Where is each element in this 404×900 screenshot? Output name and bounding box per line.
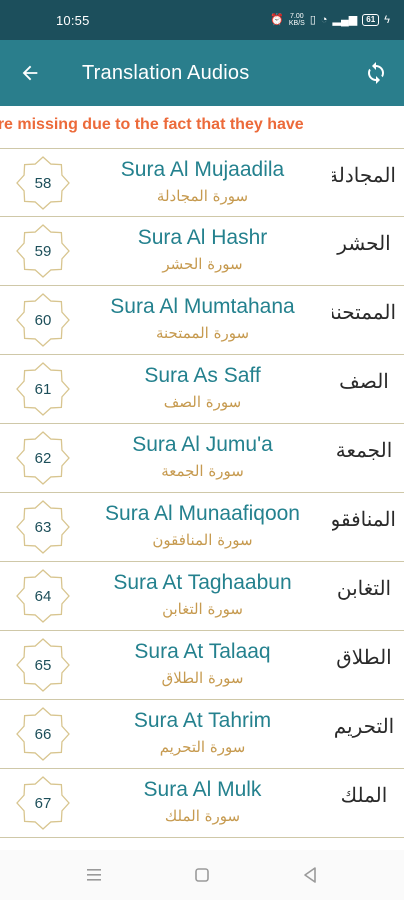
status-icons: ⏰ 7.00 KB/S ▯ ◔ ▂▄▆ 61 ϟ [270, 13, 390, 27]
sura-calligraphy: ﺍﻟﺘﺤﺮﻳﻢ [333, 714, 395, 738]
notice-text: Suras are missing due to the fact that t… [0, 116, 304, 133]
sura-arabic-subtitle: ﺳﻮﺭﺓ ﺍﻟﺼﻒ [163, 393, 242, 411]
alarm-icon: ⏰ [270, 13, 284, 26]
sura-number: 65 [34, 656, 52, 674]
sura-number-badge: 59 [15, 223, 71, 279]
arrow-left-icon [22, 65, 38, 81]
sura-arabic-subtitle: ﺳﻮﺭﺓ ﺍﻟﺠﻤﻌﺔ [161, 462, 244, 480]
network-speed: 7.00 KB/S [288, 13, 305, 27]
sura-number-badge: 62 [15, 430, 71, 486]
sura-arabic-subtitle: ﺳﻮﺭﺓ ﺍﻟﻤﻤﺘﺤﻨﺔ [155, 324, 250, 342]
sura-list-item[interactable]: 63 Sura Al Munaafiqoon ﺳﻮﺭﺓ ﺍﻟﻤﻨﺎﻓﻘﻮﻥ ﺍﻟ… [0, 493, 404, 562]
charging-icon: ϟ [384, 13, 390, 26]
sura-title: Sura At Talaaq [134, 640, 271, 663]
back-button[interactable] [0, 40, 60, 106]
sura-number-badge: 67 [15, 775, 71, 831]
sura-number-badge: 64 [15, 568, 71, 624]
sura-arabic-subtitle: ﺳﻮﺭﺓ ﺍﻟﻤﺠﺎﺩﻟﺔ [156, 187, 249, 205]
status-time: 10:55 [56, 12, 90, 28]
sura-title: Sura Al Jumu'a [132, 433, 273, 456]
sura-list-item[interactable]: 59 Sura Al Hashr ﺳﻮﺭﺓ ﺍﻟﺤﺸﺮ ﺍﻟﺤﺸﺮ [0, 217, 404, 286]
sura-number: 58 [34, 174, 52, 192]
menu-icon [87, 869, 101, 881]
sura-calligraphy: ﺍﻟﻤﺠﺎﺩﻟﺔ [332, 163, 396, 187]
sura-title: Sura Al Munaafiqoon [105, 502, 300, 525]
sura-number: 60 [34, 311, 52, 329]
battery-level: 61 [366, 15, 376, 24]
sura-calligraphy: ﺍﻟﺼﻒ [339, 369, 389, 393]
wifi-icon: ◔ [320, 13, 328, 26]
sura-number: 64 [34, 587, 52, 605]
sura-calligraphy: ﺍﻟﺠﻤﻌﺔ [335, 438, 393, 462]
status-bar: 10:55 ⏰ 7.00 KB/S ▯ ◔ ▂▄▆ 61 ϟ [0, 0, 404, 40]
sura-title: Sura Al Hashr [137, 226, 268, 249]
sura-list-item[interactable]: 67 Sura Al Mulk ﺳﻮﺭﺓ ﺍﻟﻤﻠﻚ ﺍﻟﻤﻠﻚ [0, 769, 404, 838]
back-triangle-icon [304, 867, 316, 883]
refresh-icon [368, 62, 384, 84]
sura-title: Sura Al Mumtahana [110, 295, 295, 318]
back-nav-button[interactable] [290, 855, 330, 895]
sura-number: 63 [34, 518, 52, 536]
sura-calligraphy: ﺍﻟﻤﻤﺘﺤﻨﺔ [332, 300, 396, 324]
sura-number-badge: 66 [15, 706, 71, 762]
app-bar: Translation Audios [0, 40, 404, 106]
home-button[interactable] [182, 855, 222, 895]
sura-arabic-subtitle: ﺳﻮﺭﺓ ﺍﻟﻤﻠﻚ [164, 807, 241, 825]
sura-number: 59 [34, 242, 52, 260]
refresh-button[interactable] [348, 40, 404, 106]
sura-number: 67 [34, 794, 52, 812]
sura-calligraphy: ﺍﻟﻄﻼﻕ [336, 645, 392, 669]
sura-calligraphy: ﺍﻟﻤﻠﻚ [340, 783, 388, 807]
sura-number-badge: 58 [15, 155, 71, 211]
sura-title: Sura Al Mulk [143, 778, 262, 801]
sura-arabic-subtitle: ﺳﻮﺭﺓ ﺍﻟﻤﻨﺎﻓﻘﻮﻥ [152, 531, 253, 549]
battery-icon: 61 [362, 14, 380, 26]
sura-arabic-subtitle: ﺳﻮﺭﺓ ﺍﻟﻄﻼﻕ [161, 669, 244, 687]
sura-number-badge: 60 [15, 292, 71, 348]
sura-calligraphy: ﺍﻟﺤﺸﺮ [337, 231, 391, 255]
home-square-icon [195, 868, 209, 882]
sura-title: Sura At Taghaabun [113, 571, 292, 594]
sura-list: 58 Sura Al Mujaadila ﺳﻮﺭﺓ ﺍﻟﻤﺠﺎﺩﻟﺔ ﺍﻟﻤﺠﺎ… [0, 148, 404, 838]
recents-button[interactable] [74, 855, 114, 895]
sura-title: Sura Al Mujaadila [120, 158, 285, 181]
sura-arabic-subtitle: ﺳﻮﺭﺓ ﺍﻟﺘﻐﺎﺑﻦ [162, 600, 243, 618]
system-nav-bar [0, 850, 404, 900]
vibrate-icon: ▯ [309, 13, 316, 26]
sura-number-badge: 65 [15, 637, 71, 693]
sura-list-item[interactable]: 66 Sura At Tahrim ﺳﻮﺭﺓ ﺍﻟﺘﺤﺮﻳﻢ ﺍﻟﺘﺤﺮﻳﻢ [0, 700, 404, 769]
sura-list-item[interactable]: 65 Sura At Talaaq ﺳﻮﺭﺓ ﺍﻟﻄﻼﻕ ﺍﻟﻄﻼﻕ [0, 631, 404, 700]
sura-list-item[interactable]: 64 Sura At Taghaabun ﺳﻮﺭﺓ ﺍﻟﺘﻐﺎﺑﻦ ﺍﻟﺘﻐﺎﺑ… [0, 562, 404, 631]
sura-calligraphy: ﺍﻟﺘﻐﺎﺑﻦ [336, 576, 392, 600]
sura-number: 62 [34, 449, 52, 467]
sura-number: 61 [34, 380, 52, 398]
sura-number-badge: 61 [15, 361, 71, 417]
sura-title: Sura As Saff [144, 364, 261, 387]
sura-arabic-subtitle: ﺳﻮﺭﺓ ﺍﻟﺘﺤﺮﻳﻢ [159, 738, 246, 756]
sura-number-badge: 63 [15, 499, 71, 555]
signal-icon: ▂▄▆ [332, 13, 358, 26]
sura-list-item[interactable]: 61 Sura As Saff ﺳﻮﺭﺓ ﺍﻟﺼﻒ ﺍﻟﺼﻒ [0, 355, 404, 424]
sura-arabic-subtitle: ﺳﻮﺭﺓ ﺍﻟﺤﺸﺮ [162, 255, 243, 273]
sura-list-item[interactable]: 58 Sura Al Mujaadila ﺳﻮﺭﺓ ﺍﻟﻤﺠﺎﺩﻟﺔ ﺍﻟﻤﺠﺎ… [0, 148, 404, 217]
sura-list-item[interactable]: 60 Sura Al Mumtahana ﺳﻮﺭﺓ ﺍﻟﻤﻤﺘﺤﻨﺔ ﺍﻟﻤﻤﺘ… [0, 286, 404, 355]
sura-calligraphy: ﺍﻟﻤﻨﺎﻓﻘﻮﻥ [332, 507, 396, 531]
page-title: Translation Audios [82, 61, 250, 84]
missing-suras-notice: Suras are missing due to the fact that t… [0, 106, 404, 146]
sura-number: 66 [34, 725, 52, 743]
sura-list-item[interactable]: 62 Sura Al Jumu'a ﺳﻮﺭﺓ ﺍﻟﺠﻤﻌﺔ ﺍﻟﺠﻤﻌﺔ [0, 424, 404, 493]
sura-title: Sura At Tahrim [133, 709, 272, 732]
